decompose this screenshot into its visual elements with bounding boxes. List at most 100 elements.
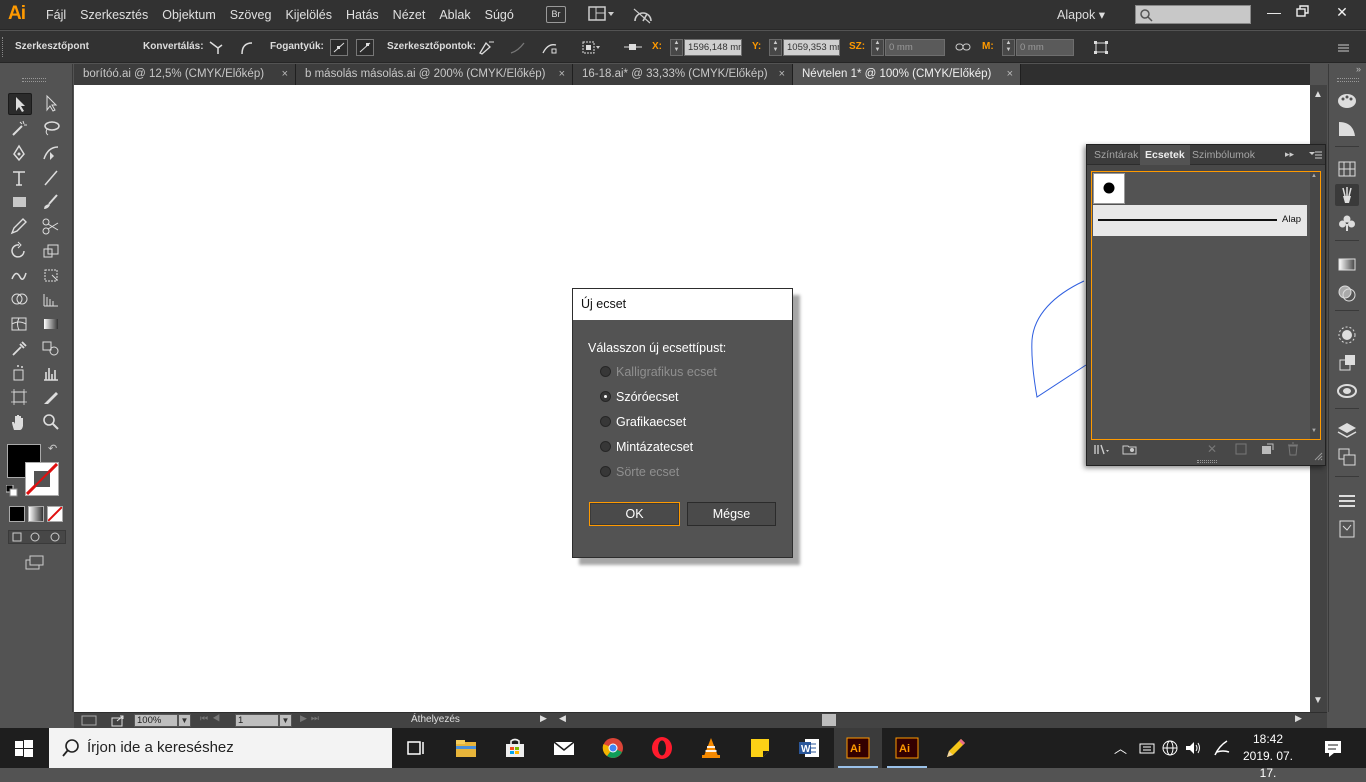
symbol-sprayer-tool[interactable] bbox=[8, 363, 32, 385]
blend-tool[interactable] bbox=[40, 338, 64, 360]
chrome-button[interactable] bbox=[601, 736, 625, 760]
radio-calligraphic[interactable] bbox=[600, 366, 611, 377]
scroll-up-icon[interactable]: ▲ bbox=[1313, 89, 1323, 100]
illustrator-2-button[interactable]: Ai bbox=[895, 736, 919, 760]
gradient-mode-button[interactable] bbox=[28, 506, 44, 522]
mail-button[interactable] bbox=[552, 736, 576, 760]
store-button[interactable] bbox=[503, 736, 527, 760]
scroll-left-icon[interactable]: ◀ bbox=[559, 713, 566, 724]
none-mode-button[interactable] bbox=[47, 506, 63, 522]
file-explorer-button[interactable] bbox=[454, 736, 478, 760]
menu-object[interactable]: Objektum bbox=[162, 8, 216, 22]
menu-help[interactable]: Súgó bbox=[485, 8, 514, 22]
artboard-dropdown-icon[interactable]: ▼ bbox=[279, 714, 292, 727]
menu-select[interactable]: Kijelölés bbox=[285, 8, 332, 22]
tab-close-icon[interactable]: × bbox=[559, 64, 565, 85]
arrange-documents-button[interactable] bbox=[588, 6, 616, 22]
taskbar-search-box[interactable]: Írjon ide a kereséshez bbox=[49, 728, 392, 768]
scroll-down-icon[interactable]: ▼ bbox=[1311, 428, 1317, 434]
paintbrush-tool[interactable] bbox=[40, 192, 64, 214]
dock-expand-button[interactable]: » bbox=[1356, 64, 1361, 74]
artboard-number-field[interactable]: 1 bbox=[235, 714, 279, 727]
start-button[interactable] bbox=[12, 736, 36, 760]
tab-swatch-libraries[interactable]: Színtárak bbox=[1089, 145, 1143, 165]
properties-panel-button[interactable] bbox=[1335, 518, 1359, 540]
swatches-panel-button[interactable] bbox=[1335, 158, 1359, 180]
warp-tool[interactable] bbox=[8, 265, 32, 287]
panel-resize-grip[interactable] bbox=[1197, 460, 1217, 463]
graphic-styles-panel-button[interactable] bbox=[1335, 352, 1359, 374]
option-art-label[interactable]: Grafikaecset bbox=[616, 415, 686, 429]
hand-tool[interactable] bbox=[8, 412, 32, 434]
radio-scatter[interactable] bbox=[600, 391, 611, 402]
show-hidden-icons-button[interactable]: ︿ bbox=[1114, 738, 1127, 757]
option-pattern-label[interactable]: Mintázatecset bbox=[616, 440, 693, 454]
appearance-panel-button[interactable] bbox=[1335, 324, 1359, 346]
convert-to-corner-button[interactable] bbox=[206, 39, 224, 56]
gpu-performance-button[interactable] bbox=[632, 6, 654, 24]
transform-button[interactable] bbox=[1092, 39, 1110, 56]
type-tool[interactable] bbox=[8, 168, 32, 190]
column-graph-tool[interactable] bbox=[40, 363, 64, 385]
brush-thumbnail-round[interactable] bbox=[1093, 173, 1125, 204]
horizontal-scrollbar[interactable]: ◀ ▶ bbox=[556, 713, 1310, 727]
network-button[interactable] bbox=[1161, 739, 1179, 757]
brush-libraries-button[interactable] bbox=[1093, 442, 1113, 456]
system-clock[interactable]: 18:42 2019. 07. 17. bbox=[1238, 731, 1298, 782]
artboard-prev-buttons[interactable]: ⏮◀ bbox=[200, 713, 224, 724]
zoom-tool[interactable] bbox=[40, 412, 64, 434]
ok-button[interactable]: OK bbox=[589, 502, 680, 526]
direct-selection-tool[interactable] bbox=[40, 93, 64, 115]
delete-brush-button[interactable] bbox=[1285, 442, 1301, 456]
constrain-proportions-button[interactable] bbox=[954, 39, 972, 56]
scale-tool[interactable] bbox=[40, 241, 64, 263]
vlc-button[interactable] bbox=[699, 736, 723, 760]
perspective-grid-tool[interactable] bbox=[40, 289, 64, 311]
gradient-panel-button[interactable] bbox=[1335, 254, 1359, 276]
control-panel-menu-button[interactable] bbox=[1334, 39, 1352, 56]
y-stepper[interactable]: ▲ ▼ bbox=[769, 39, 782, 56]
slice-tool[interactable] bbox=[40, 387, 64, 409]
tools-grip[interactable] bbox=[22, 78, 46, 82]
zoom-field[interactable]: 100% bbox=[134, 714, 178, 727]
bridge-button[interactable]: Br bbox=[546, 6, 566, 23]
tab-close-icon[interactable]: × bbox=[1007, 64, 1013, 85]
word-button[interactable]: W bbox=[797, 736, 821, 760]
minimize-button[interactable]: — bbox=[1264, 3, 1284, 21]
rectangle-tool[interactable] bbox=[8, 192, 32, 214]
y-field[interactable]: 1059,353 mm bbox=[783, 39, 840, 56]
task-view-button[interactable] bbox=[405, 736, 429, 760]
x-stepper[interactable]: ▲ ▼ bbox=[670, 39, 683, 56]
width-stepper[interactable]: ▲ ▼ bbox=[871, 39, 884, 56]
menu-window[interactable]: Ablak bbox=[439, 8, 470, 22]
width-field[interactable]: 0 mm bbox=[885, 39, 945, 56]
panel-menu-button[interactable] bbox=[1307, 148, 1323, 162]
tab-document-2[interactable]: b másolás másolás.ai @ 200% (CMYK/Előkép… bbox=[296, 64, 573, 85]
artboards-panel-button[interactable] bbox=[1335, 446, 1359, 468]
action-center-button[interactable] bbox=[1322, 738, 1344, 760]
pen-workspace-button[interactable] bbox=[1211, 738, 1233, 758]
color-panel-button[interactable] bbox=[1335, 90, 1359, 112]
dock-grip[interactable] bbox=[1337, 78, 1359, 82]
gradient-tool[interactable] bbox=[40, 314, 64, 336]
brush-options-button[interactable] bbox=[1233, 442, 1249, 456]
scroll-down-icon[interactable]: ▼ bbox=[1313, 695, 1323, 706]
status-icon[interactable] bbox=[80, 714, 100, 727]
panel-collapse-icon[interactable]: ▸▸ bbox=[1285, 149, 1294, 160]
tab-symbols[interactable]: Szimbólumok bbox=[1187, 145, 1260, 165]
menu-edit[interactable]: Szerkesztés bbox=[80, 8, 148, 22]
brush-library-open-button[interactable] bbox=[1121, 442, 1141, 456]
zoom-dropdown-icon[interactable]: ▼ bbox=[178, 714, 191, 727]
rotate-tool[interactable] bbox=[8, 241, 32, 263]
tab-document-3[interactable]: 16-18.ai* @ 33,33% (CMYK/Előkép) × bbox=[573, 64, 793, 85]
tab-document-4[interactable]: Névtelen 1* @ 100% (CMYK/Előkép) × bbox=[793, 64, 1021, 85]
color-guide-button[interactable] bbox=[1335, 118, 1359, 140]
align-button[interactable] bbox=[622, 39, 642, 56]
height-stepper[interactable]: ▲ ▼ bbox=[1002, 39, 1015, 56]
volume-button[interactable] bbox=[1184, 739, 1202, 757]
scroll-up-icon[interactable]: ▲ bbox=[1311, 173, 1317, 179]
brushes-panel-button[interactable] bbox=[1335, 184, 1359, 206]
magic-wand-tool[interactable] bbox=[8, 118, 32, 140]
stroke-color-swatch[interactable] bbox=[25, 462, 59, 496]
convert-to-smooth-button[interactable] bbox=[238, 39, 256, 56]
